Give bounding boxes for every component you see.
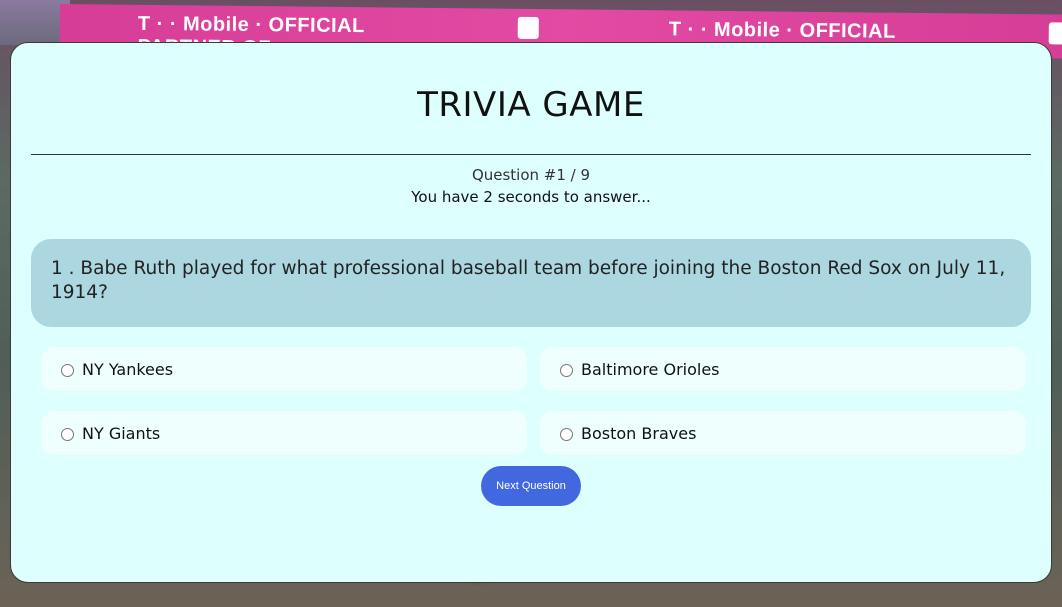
radio-button[interactable] <box>560 427 573 441</box>
timer-text: You have 2 seconds to answer... <box>411 188 651 206</box>
divider <box>31 154 1031 155</box>
answer-label: NY Yankees <box>82 359 174 379</box>
question-counter: Question #1 / 9 <box>471 166 591 184</box>
radio-button[interactable] <box>61 427 74 441</box>
radio-button[interactable] <box>560 363 573 377</box>
answer-option-baltimore-orioles[interactable]: Baltimore Orioles <box>540 347 1026 391</box>
radio-button[interactable] <box>61 363 74 377</box>
next-question-button[interactable]: Next Question <box>481 466 581 506</box>
page-title: TRIVIA GAME <box>417 85 645 125</box>
answer-label: Boston Braves <box>581 423 697 443</box>
question-text: 1 . Babe Ruth played for what profession… <box>51 258 1006 303</box>
answer-label: Baltimore Orioles <box>581 359 720 379</box>
answer-option-ny-giants[interactable]: NY Giants <box>41 411 527 455</box>
mlb-logo-icon <box>1048 22 1062 45</box>
mlb-logo-icon <box>517 16 539 40</box>
question-box: 1 . Babe Ruth played for what profession… <box>31 239 1031 327</box>
answer-option-ny-yankees[interactable]: NY Yankees <box>41 347 527 391</box>
answer-option-boston-braves[interactable]: Boston Braves <box>540 411 1026 455</box>
answer-label: NY Giants <box>82 423 161 443</box>
trivia-card: TRIVIA GAME Question #1 / 9 You have 2 s… <box>10 42 1052 583</box>
